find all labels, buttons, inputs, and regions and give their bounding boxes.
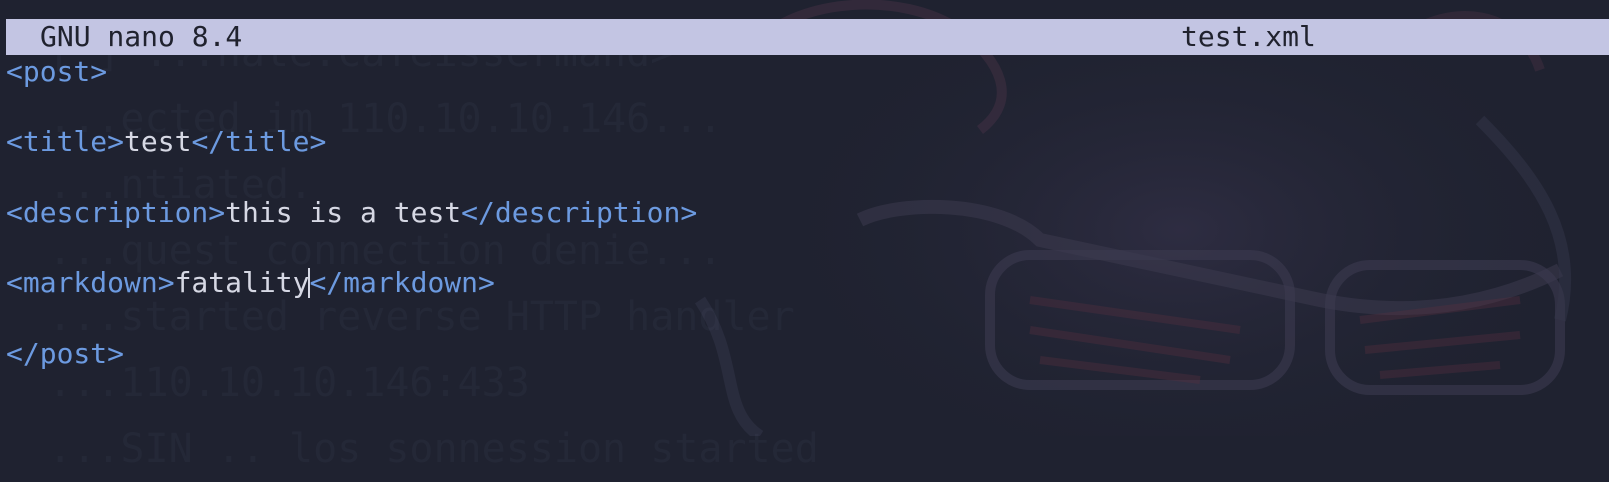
xml-tag: </title> (191, 125, 327, 159)
xml-tag: <markdown> (6, 266, 175, 300)
xml-tag: <title> (6, 125, 125, 159)
xml-tag: <post> (6, 55, 108, 88)
xml-tag: </description> (461, 195, 698, 229)
nano-title-bar: GNU nano 8.4 test.xml (6, 19, 1609, 55)
editor-line[interactable]: <title>test</title> (6, 124, 1606, 159)
editor-text-area[interactable]: <post> <title>test</title> <description>th… (6, 54, 1606, 371)
app-version-label: GNU nano 8.4 (40, 20, 243, 53)
file-name-label: test.xml (1181, 20, 1316, 53)
ghost-line: ...SIN .. los sonnession started (0, 426, 819, 472)
editor-line[interactable] (6, 230, 1606, 265)
xml-text: this is a test (225, 195, 462, 229)
xml-tag: <description> (6, 195, 226, 229)
editor-line[interactable] (6, 89, 1606, 124)
xml-text: test (124, 125, 192, 159)
editor-line[interactable] (6, 300, 1606, 335)
editor-line[interactable]: <post> (6, 54, 1606, 89)
editor-line[interactable]: <markdown>fatality</markdown> (6, 265, 1606, 300)
editor-line[interactable]: </post> (6, 336, 1606, 371)
xml-tag: </markdown> (309, 266, 495, 300)
editor-line[interactable] (6, 160, 1606, 195)
xml-tag: </post> (6, 336, 125, 370)
editor-line[interactable]: <description>this is a test</description… (6, 195, 1606, 230)
xml-text: fatality (174, 266, 310, 300)
